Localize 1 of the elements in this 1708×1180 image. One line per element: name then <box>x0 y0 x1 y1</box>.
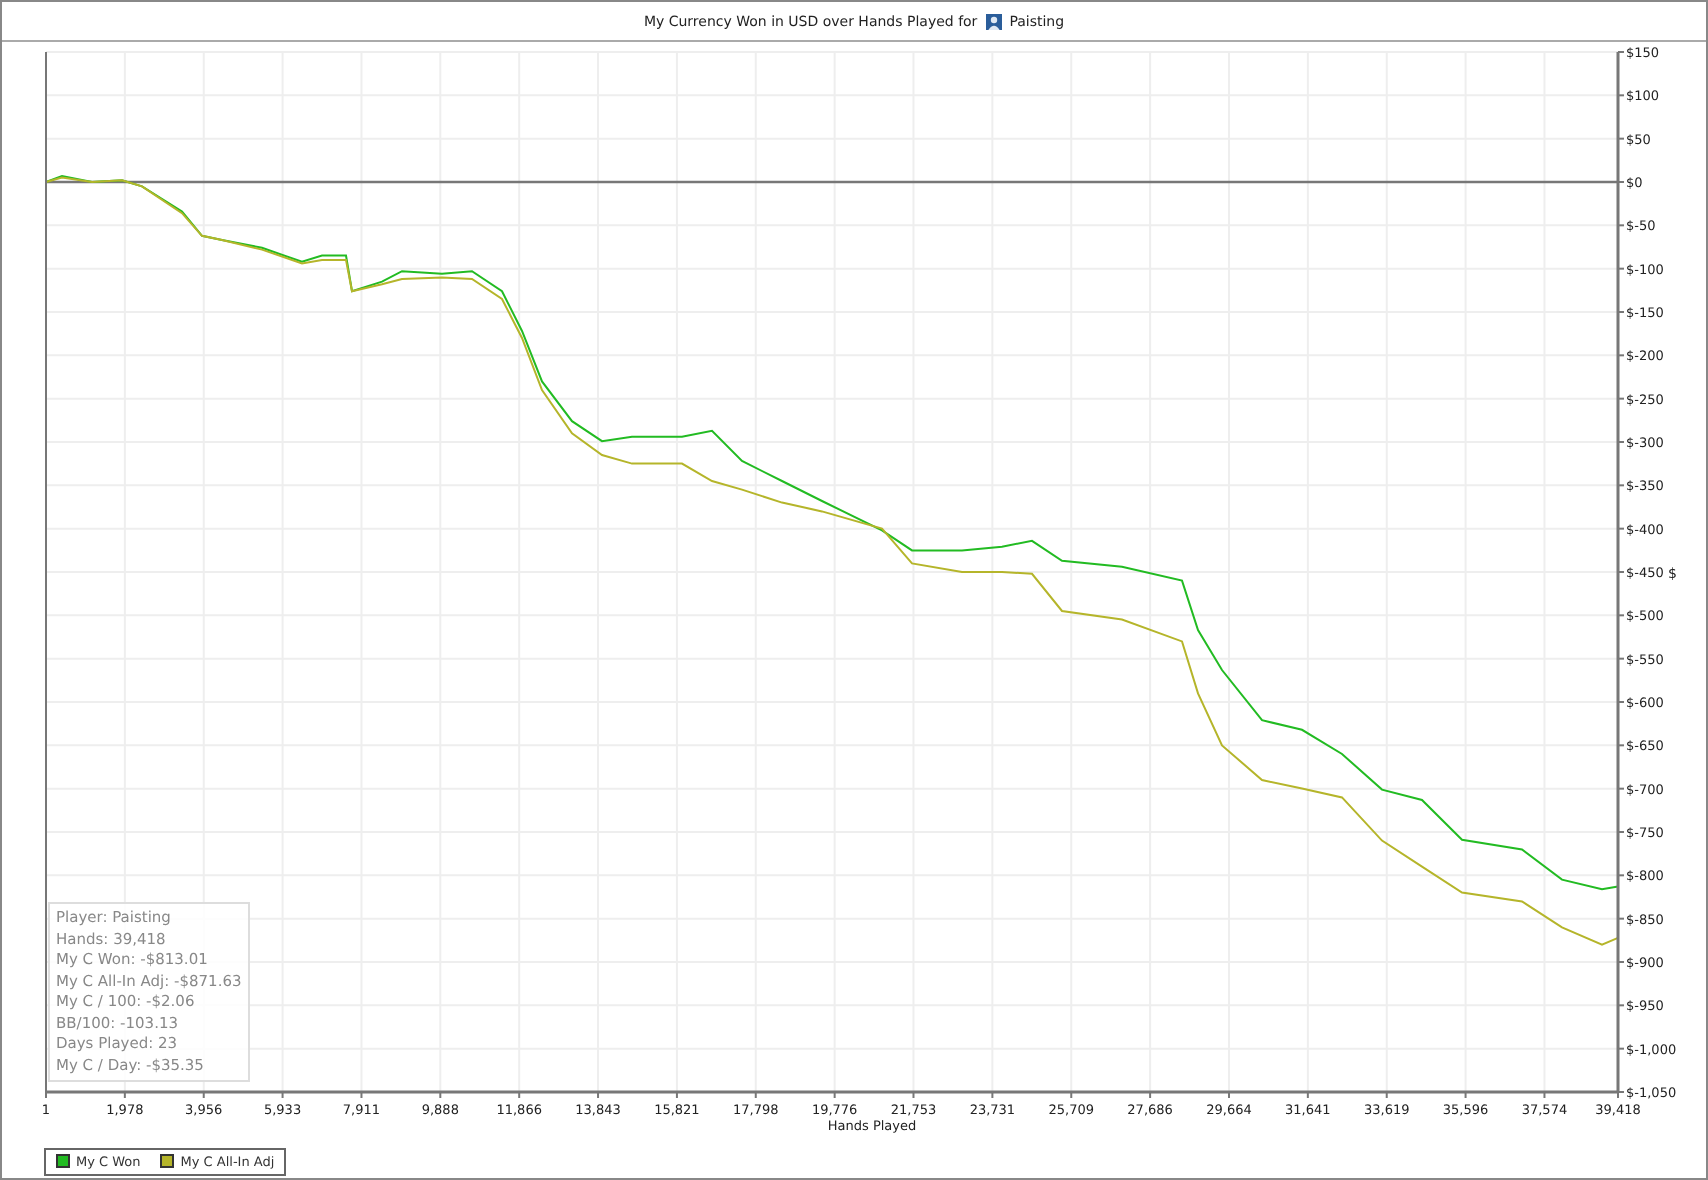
avatar-icon <box>985 13 1002 29</box>
